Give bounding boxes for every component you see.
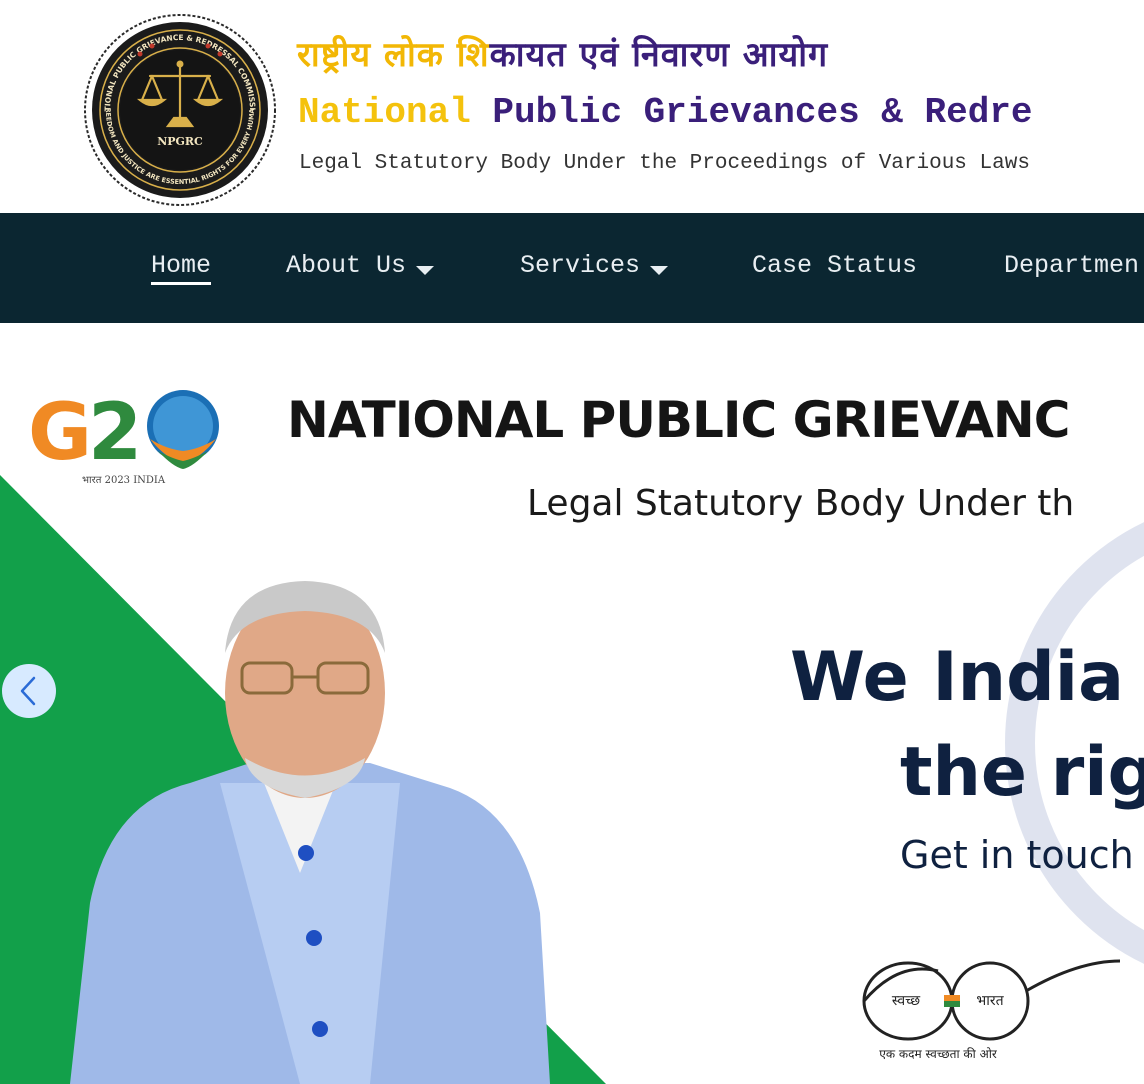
nav-item-services-label: Services (520, 251, 641, 280)
nav-item-home-label: Home (151, 251, 212, 280)
nav-item-departments[interactable]: Departmen (1004, 251, 1139, 280)
site-title-english-rest: Public Grievances & Redre (470, 92, 1033, 133)
site-title-hindi-rest: कायत एवं निवारण आयोग (489, 35, 829, 75)
slider-prev-button[interactable] (2, 664, 56, 718)
site-title-english-accent: National (298, 92, 471, 133)
hero-slider: G 2 भारत 2023 INDIA NATIONAL PUBLIC GRIE… (0, 323, 1144, 1084)
hero-cta-text: Get in touch (900, 833, 1134, 877)
site-title-hindi-accent: राष्ट्रीय लोक शि (297, 35, 490, 75)
site-title-english: National Public Grievances & Redre (298, 92, 1033, 133)
leader-portrait-image (70, 581, 550, 1084)
chevron-left-icon (20, 676, 36, 706)
nav-item-about-us-label: About Us (286, 251, 407, 280)
svg-text:G: G (28, 388, 88, 478)
site-subtitle: Legal Statutory Body Under the Proceedin… (299, 152, 1030, 175)
nav-item-case-status[interactable]: Case Status (752, 251, 917, 280)
nav-item-about-us[interactable]: About Us (286, 251, 435, 280)
nav-item-case-status-label: Case Status (752, 251, 918, 280)
svg-text:2: 2 (88, 388, 142, 478)
svg-text:भारत: भारत (976, 993, 1004, 1009)
npgrc-seal-logo[interactable]: NATIONAL PUBLIC GRIEVANCE & REDRESSAL CO… (84, 14, 276, 206)
svg-text:एक कदम स्वच्छता की ओर: एक कदम स्वच्छता की ओर (879, 1047, 998, 1061)
hero-subtitle: Legal Statutory Body Under th (527, 483, 1075, 524)
svg-text:स्वच्छ: स्वच्छ (892, 993, 921, 1009)
caret-down-icon (650, 266, 669, 275)
site-header: NATIONAL PUBLIC GRIEVANCE & REDRESSAL CO… (0, 0, 1144, 213)
nav-item-departments-label: Departmen (1004, 251, 1140, 280)
hero-headline-line2: the rig (900, 733, 1144, 812)
nav-item-services[interactable]: Services (520, 251, 669, 280)
hero-headline-line1: We India (790, 638, 1124, 717)
swachh-bharat-logo: स्वच्छ भारत एक कदम स्वच्छता की ओर (862, 959, 1121, 1061)
main-navigation: Home About Us Services Case Status Depar… (0, 213, 1144, 323)
svg-text:NPGRC: NPGRC (157, 135, 203, 148)
site-title-hindi: राष्ट्रीय लोक शिकायत एवं निवारण आयोग (297, 30, 828, 76)
caret-down-icon (416, 266, 435, 275)
hero-title: NATIONAL PUBLIC GRIEVANC (287, 391, 1070, 449)
g20-caption: भारत 2023 INDIA (82, 475, 166, 486)
nav-item-home[interactable]: Home (151, 251, 212, 285)
